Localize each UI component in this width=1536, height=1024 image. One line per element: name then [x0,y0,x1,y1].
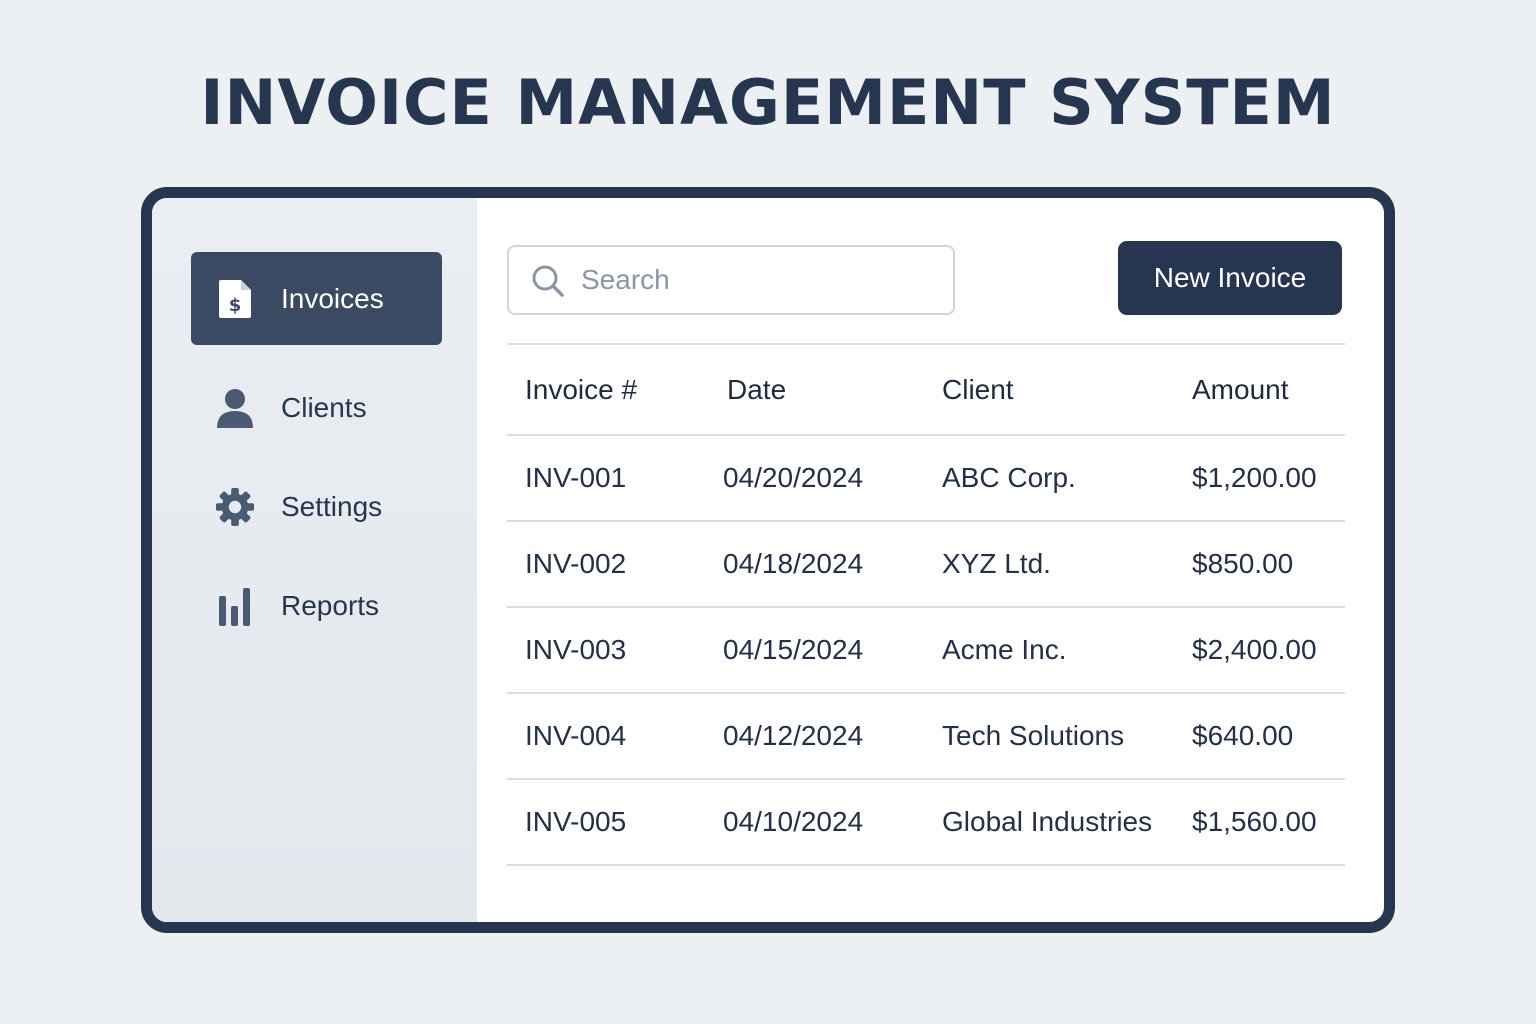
sidebar-item-label: Settings [281,490,383,522]
search-icon [531,264,565,298]
client-cell: Acme Inc. [942,634,1067,665]
column-header-date[interactable]: Date [727,345,786,434]
invoice-number-cell: INV-003 [525,634,627,665]
date-cell: 04/12/2024 [723,720,864,751]
client-cell: Global Industries [942,806,1153,837]
sidebar-item-settings[interactable]: Settings [191,460,442,553]
search-input[interactable] [581,247,941,313]
invoice-number-cell: INV-005 [525,806,627,837]
invoice-table: Invoice # Date Client Amount INV-001 04/… [507,343,1345,866]
sidebar-item-label: Reports [281,589,380,621]
table-row[interactable]: INV-001 04/20/2024 ABC Corp. $1,200.00 [507,436,1345,522]
date-cell: 04/18/2024 [723,548,864,579]
date-cell: 04/15/2024 [723,634,864,665]
amount-cell: $2,400.00 [1192,634,1317,665]
sidebar-item-reports[interactable]: Reports [191,559,442,652]
invoice-number-cell: INV-004 [525,720,627,751]
date-cell: 04/10/2024 [723,806,864,837]
new-invoice-button[interactable]: New Invoice [1118,241,1342,315]
invoice-dollar-icon: $ [215,277,255,321]
sidebar-item-invoices[interactable]: $ Invoices [191,252,442,345]
column-header-amount[interactable]: Amount [1192,345,1289,434]
date-cell: 04/20/2024 [723,462,864,493]
sidebar-item-label: Clients [281,391,367,423]
sidebar-item-clients[interactable]: Clients [191,361,442,454]
column-header-client[interactable]: Client [942,345,1014,434]
invoice-number-cell: INV-002 [525,548,627,579]
client-cell: ABC Corp. [942,462,1076,493]
user-icon [215,386,255,430]
table-header-row: Invoice # Date Client Amount [507,345,1345,436]
invoice-number-cell: INV-001 [525,462,627,493]
gear-icon [215,485,255,529]
column-header-invoice-number[interactable]: Invoice # [525,345,637,434]
app-window: $ Invoices Clients Settings Reports Sear… [141,187,1395,933]
table-row[interactable]: INV-003 04/15/2024 Acme Inc. $2,400.00 [507,608,1345,694]
page-title: INVOICE MANAGEMENT SYSTEM [200,66,1336,139]
amount-cell: $1,200.00 [1192,462,1317,493]
client-cell: Tech Solutions [942,720,1125,751]
table-row[interactable]: INV-005 04/10/2024 Global Industries $1,… [507,780,1345,866]
amount-cell: $1,560.00 [1192,806,1317,837]
amount-cell: $850.00 [1192,548,1294,579]
table-row[interactable]: INV-002 04/18/2024 XYZ Ltd. $850.00 [507,522,1345,608]
main-content: New Invoice Invoice # Date Client Amount… [477,198,1384,922]
client-cell: XYZ Ltd. [942,548,1051,579]
amount-cell: $640.00 [1192,720,1294,751]
sidebar-item-label: Invoices [281,282,384,314]
svg-text:$: $ [229,295,242,316]
search-box[interactable] [507,245,955,315]
table-row[interactable]: INV-004 04/12/2024 Tech Solutions $640.0… [507,694,1345,780]
sidebar: $ Invoices Clients Settings Reports [152,198,477,922]
bar-chart-icon [215,584,255,628]
